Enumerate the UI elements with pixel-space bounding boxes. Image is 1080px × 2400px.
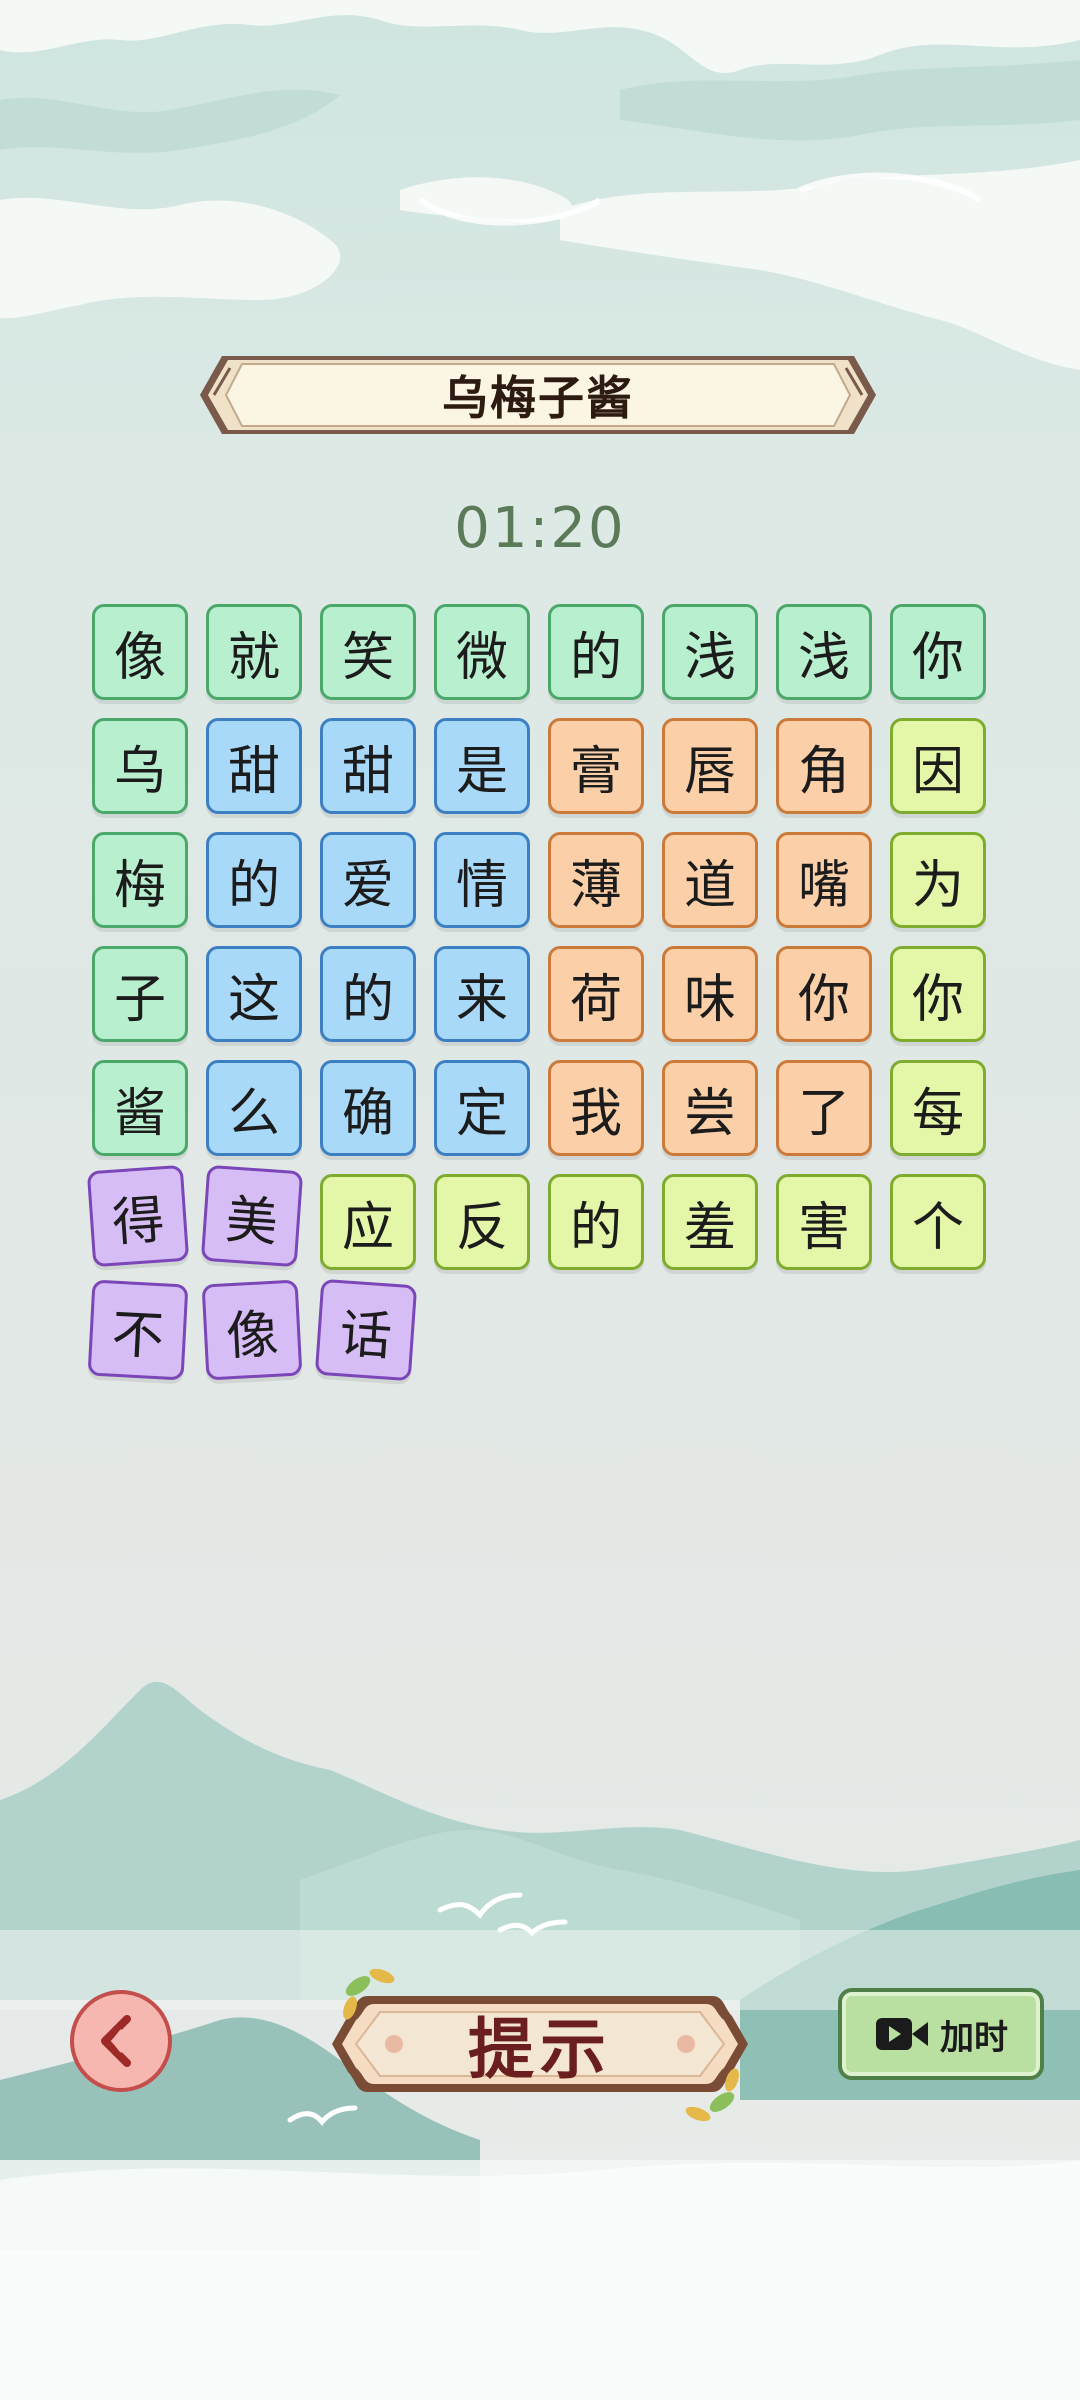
char-tile[interactable]: 微 xyxy=(434,604,530,700)
add-time-label: 加时 xyxy=(940,2017,1008,2058)
char-tile[interactable]: 得 xyxy=(86,1164,190,1268)
char-tile[interactable]: 笑 xyxy=(320,604,416,700)
char-tile[interactable]: 害 xyxy=(776,1174,872,1270)
char-tile[interactable]: 爱 xyxy=(320,832,416,928)
char-tile[interactable]: 不 xyxy=(87,1279,189,1381)
char-tile[interactable]: 的 xyxy=(320,946,416,1042)
char-tile[interactable]: 应 xyxy=(320,1174,416,1270)
char-tile[interactable]: 来 xyxy=(434,946,530,1042)
char-tile[interactable]: 就 xyxy=(206,604,302,700)
video-camera-icon xyxy=(876,2018,928,2050)
char-tile[interactable]: 酱 xyxy=(92,1060,188,1156)
char-tile[interactable]: 话 xyxy=(314,1278,418,1382)
char-tile[interactable]: 浅 xyxy=(776,604,872,700)
char-tile[interactable]: 像 xyxy=(201,1279,303,1381)
char-tile[interactable]: 角 xyxy=(776,718,872,814)
char-tile[interactable]: 美 xyxy=(200,1164,304,1268)
char-tile[interactable]: 子 xyxy=(92,946,188,1042)
char-tile[interactable]: 薄 xyxy=(548,832,644,928)
back-arrow-icon xyxy=(101,2015,131,2067)
char-tile[interactable]: 甜 xyxy=(206,718,302,814)
char-tile[interactable]: 梅 xyxy=(92,832,188,928)
char-tile[interactable]: 我 xyxy=(548,1060,644,1156)
char-tile[interactable]: 膏 xyxy=(548,718,644,814)
char-tile[interactable]: 么 xyxy=(206,1060,302,1156)
char-tile[interactable]: 你 xyxy=(890,946,986,1042)
char-tile[interactable]: 因 xyxy=(890,718,986,814)
char-tile[interactable]: 的 xyxy=(206,832,302,928)
char-tile[interactable]: 乌 xyxy=(92,718,188,814)
char-tile[interactable]: 羞 xyxy=(662,1174,758,1270)
char-tile[interactable]: 味 xyxy=(662,946,758,1042)
char-tile[interactable]: 是 xyxy=(434,718,530,814)
hint-button[interactable]: 提示 xyxy=(328,1956,752,2132)
char-tile[interactable]: 的 xyxy=(548,1174,644,1270)
char-tile[interactable]: 你 xyxy=(776,946,872,1042)
char-tile[interactable]: 荷 xyxy=(548,946,644,1042)
char-tile[interactable]: 道 xyxy=(662,832,758,928)
char-tile[interactable]: 嘴 xyxy=(776,832,872,928)
back-button[interactable] xyxy=(70,1990,172,2092)
char-tile[interactable]: 你 xyxy=(890,604,986,700)
char-tile[interactable]: 定 xyxy=(434,1060,530,1156)
hint-label: 提示 xyxy=(468,2010,612,2088)
char-tile[interactable]: 尝 xyxy=(662,1060,758,1156)
character-grid: 像就笑微的浅浅你乌甜甜是膏唇角因梅的爱情薄道嘴为子这的来荷味你你酱么确定我尝了每… xyxy=(0,0,1080,1500)
char-tile[interactable]: 甜 xyxy=(320,718,416,814)
add-time-button[interactable]: 加时 xyxy=(838,1988,1044,2080)
char-tile[interactable]: 了 xyxy=(776,1060,872,1156)
char-tile[interactable]: 浅 xyxy=(662,604,758,700)
char-tile[interactable]: 这 xyxy=(206,946,302,1042)
char-tile[interactable]: 唇 xyxy=(662,718,758,814)
char-tile[interactable]: 确 xyxy=(320,1060,416,1156)
char-tile[interactable]: 反 xyxy=(434,1174,530,1270)
char-tile[interactable]: 个 xyxy=(890,1174,986,1270)
char-tile[interactable]: 情 xyxy=(434,832,530,928)
char-tile[interactable]: 每 xyxy=(890,1060,986,1156)
char-tile[interactable]: 为 xyxy=(890,832,986,928)
char-tile[interactable]: 像 xyxy=(92,604,188,700)
char-tile[interactable]: 的 xyxy=(548,604,644,700)
